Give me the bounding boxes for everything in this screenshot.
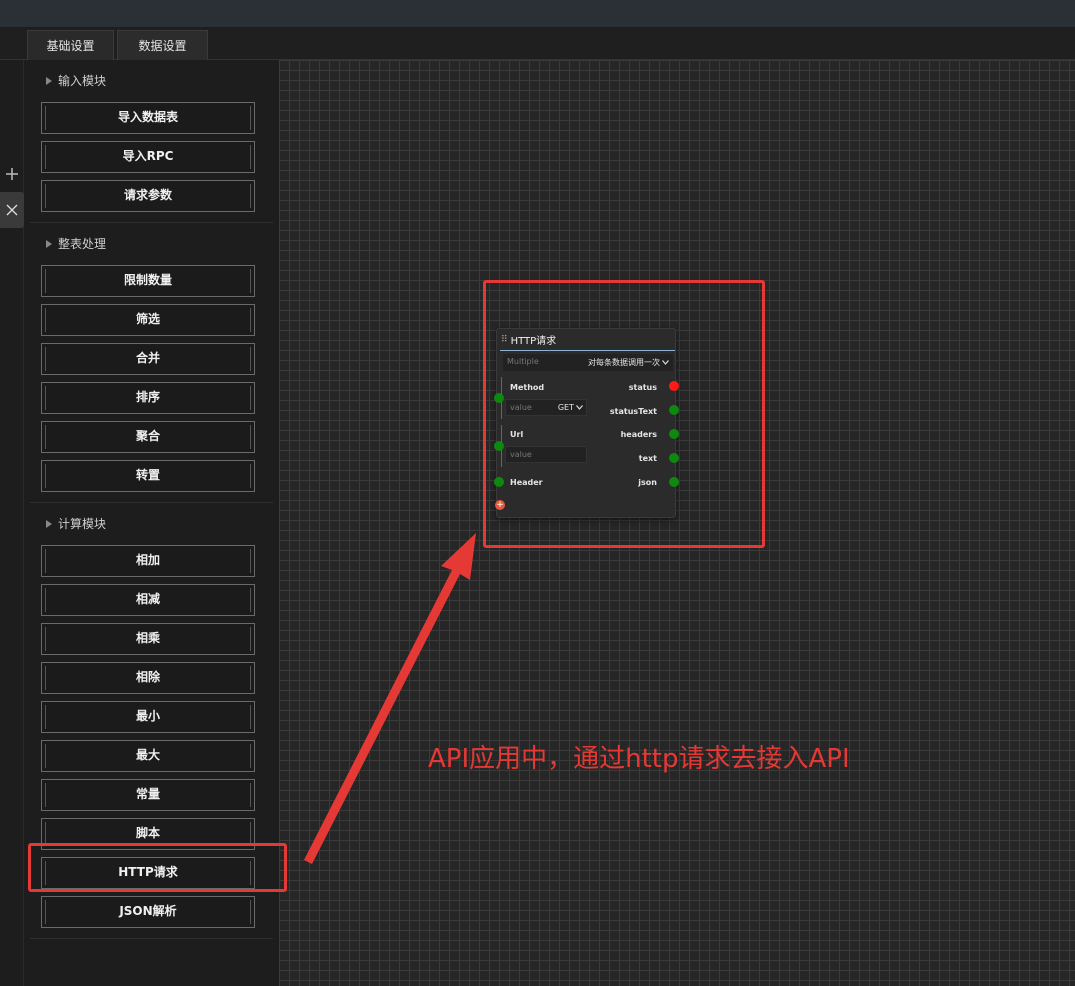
annotation-arrow: [304, 533, 476, 864]
annotation-text: API应用中，通过http请求去接入API: [428, 744, 850, 774]
